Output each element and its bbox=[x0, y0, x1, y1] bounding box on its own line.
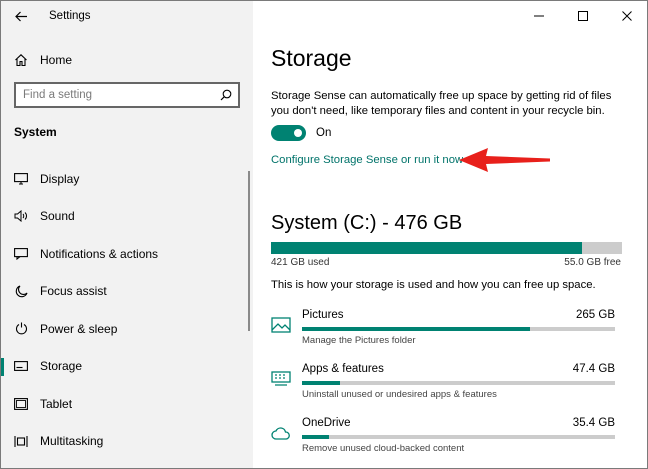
home-label: Home bbox=[40, 53, 73, 67]
category-size: 47.4 GB bbox=[572, 363, 615, 375]
storage-sense-toggle-row: On bbox=[271, 125, 331, 141]
sidebar-item-multitasking[interactable]: Multitasking bbox=[1, 423, 251, 461]
display-icon bbox=[13, 171, 29, 187]
drive-usage-fill bbox=[271, 242, 582, 254]
sidebar-item-notifications[interactable]: Notifications & actions bbox=[1, 235, 251, 273]
storage-icon bbox=[13, 358, 29, 374]
title-bar: Settings bbox=[1, 1, 253, 31]
free-space-label: 55.0 GB free bbox=[564, 257, 621, 268]
category-onedrive[interactable]: OneDrive 35.4 GB Remove unused cloud-bac… bbox=[271, 417, 615, 465]
minimize-button[interactable] bbox=[517, 1, 561, 31]
storage-sense-description: Storage Sense can automatically free up … bbox=[271, 90, 612, 117]
drive-usage-bar bbox=[271, 242, 622, 254]
sidebar-item-label: Sound bbox=[40, 209, 75, 224]
section-title: System bbox=[14, 125, 57, 139]
settings-window: Settings Home System Display bbox=[0, 0, 648, 469]
main-content: Storage Storage Sense can automatically … bbox=[253, 1, 647, 468]
category-subtitle: Uninstall unused or undesired apps & fea… bbox=[302, 389, 497, 400]
sidebar: Settings Home System Display bbox=[1, 1, 253, 468]
sidebar-item-label: Display bbox=[40, 171, 80, 186]
sidebar-item-label: Multitasking bbox=[40, 434, 104, 449]
search-input[interactable] bbox=[23, 89, 203, 101]
minimize-icon bbox=[534, 15, 544, 17]
storage-usage-description: This is how your storage is used and how… bbox=[271, 279, 596, 291]
notifications-icon bbox=[13, 246, 29, 262]
sidebar-item-focus-assist[interactable]: Focus assist bbox=[1, 273, 251, 311]
sidebar-item-label: Focus assist bbox=[40, 284, 107, 299]
storage-sense-toggle[interactable] bbox=[271, 125, 306, 141]
sidebar-item-display[interactable]: Display bbox=[1, 160, 251, 198]
search-icon[interactable] bbox=[220, 89, 232, 101]
toggle-knob bbox=[294, 129, 302, 137]
app-title: Settings bbox=[49, 10, 91, 22]
sidebar-item-label: Tablet bbox=[40, 396, 73, 411]
category-name: OneDrive bbox=[302, 417, 351, 429]
cloud-icon bbox=[271, 427, 290, 440]
category-apps-features[interactable]: Apps & features 47.4 GB Uninstall unused… bbox=[271, 363, 615, 411]
sidebar-item-power-sleep[interactable]: Power & sleep bbox=[1, 310, 251, 348]
category-subtitle: Manage the Pictures folder bbox=[302, 335, 416, 346]
back-arrow-icon bbox=[14, 11, 27, 21]
category-usage-bar bbox=[302, 381, 615, 385]
category-usage-bar bbox=[302, 435, 615, 439]
pictures-icon bbox=[271, 317, 291, 333]
window-controls bbox=[517, 1, 647, 31]
category-usage-fill bbox=[302, 327, 531, 331]
category-name: Pictures bbox=[302, 309, 344, 321]
category-size: 265 GB bbox=[576, 309, 615, 321]
home-nav-item[interactable]: Home bbox=[1, 47, 253, 73]
maximize-button[interactable] bbox=[561, 1, 605, 31]
category-subtitle: Remove unused cloud-backed content bbox=[302, 443, 465, 454]
search-box[interactable] bbox=[14, 82, 240, 108]
close-button[interactable] bbox=[605, 1, 647, 31]
home-icon bbox=[13, 52, 29, 68]
configure-storage-sense-link[interactable]: Configure Storage Sense or run it now bbox=[271, 154, 463, 166]
category-usage-fill bbox=[302, 381, 340, 385]
multitasking-icon bbox=[13, 433, 29, 449]
page-title: Storage bbox=[271, 45, 352, 71]
sidebar-item-sound[interactable]: Sound bbox=[1, 198, 251, 236]
sidebar-item-storage[interactable]: Storage bbox=[1, 348, 251, 386]
power-icon bbox=[13, 321, 29, 337]
toggle-state-label: On bbox=[316, 127, 332, 139]
category-pictures[interactable]: Pictures 265 GB Manage the Pictures fold… bbox=[271, 309, 615, 357]
sidebar-scrollbar[interactable] bbox=[248, 171, 250, 331]
apps-icon bbox=[271, 371, 291, 386]
category-name: Apps & features bbox=[302, 363, 384, 375]
annotation-arrow-icon bbox=[459, 148, 550, 172]
sidebar-item-tablet[interactable]: Tablet bbox=[1, 385, 251, 423]
sidebar-item-label: Power & sleep bbox=[40, 321, 118, 336]
moon-icon bbox=[13, 283, 29, 299]
drive-title: System (C:) - 476 GB bbox=[271, 212, 463, 234]
used-space-label: 421 GB used bbox=[271, 257, 330, 268]
tablet-icon bbox=[13, 396, 29, 412]
sound-icon bbox=[13, 208, 29, 224]
category-usage-fill bbox=[302, 435, 329, 439]
back-button[interactable] bbox=[1, 1, 41, 31]
sidebar-item-label: Notifications & actions bbox=[40, 246, 159, 261]
category-usage-bar bbox=[302, 327, 615, 331]
maximize-icon bbox=[578, 11, 588, 21]
close-icon bbox=[622, 11, 632, 21]
nav-list: Display Sound Notifications & actions Fo… bbox=[1, 160, 251, 460]
sidebar-item-label: Storage bbox=[40, 359, 83, 374]
category-size: 35.4 GB bbox=[572, 417, 615, 429]
